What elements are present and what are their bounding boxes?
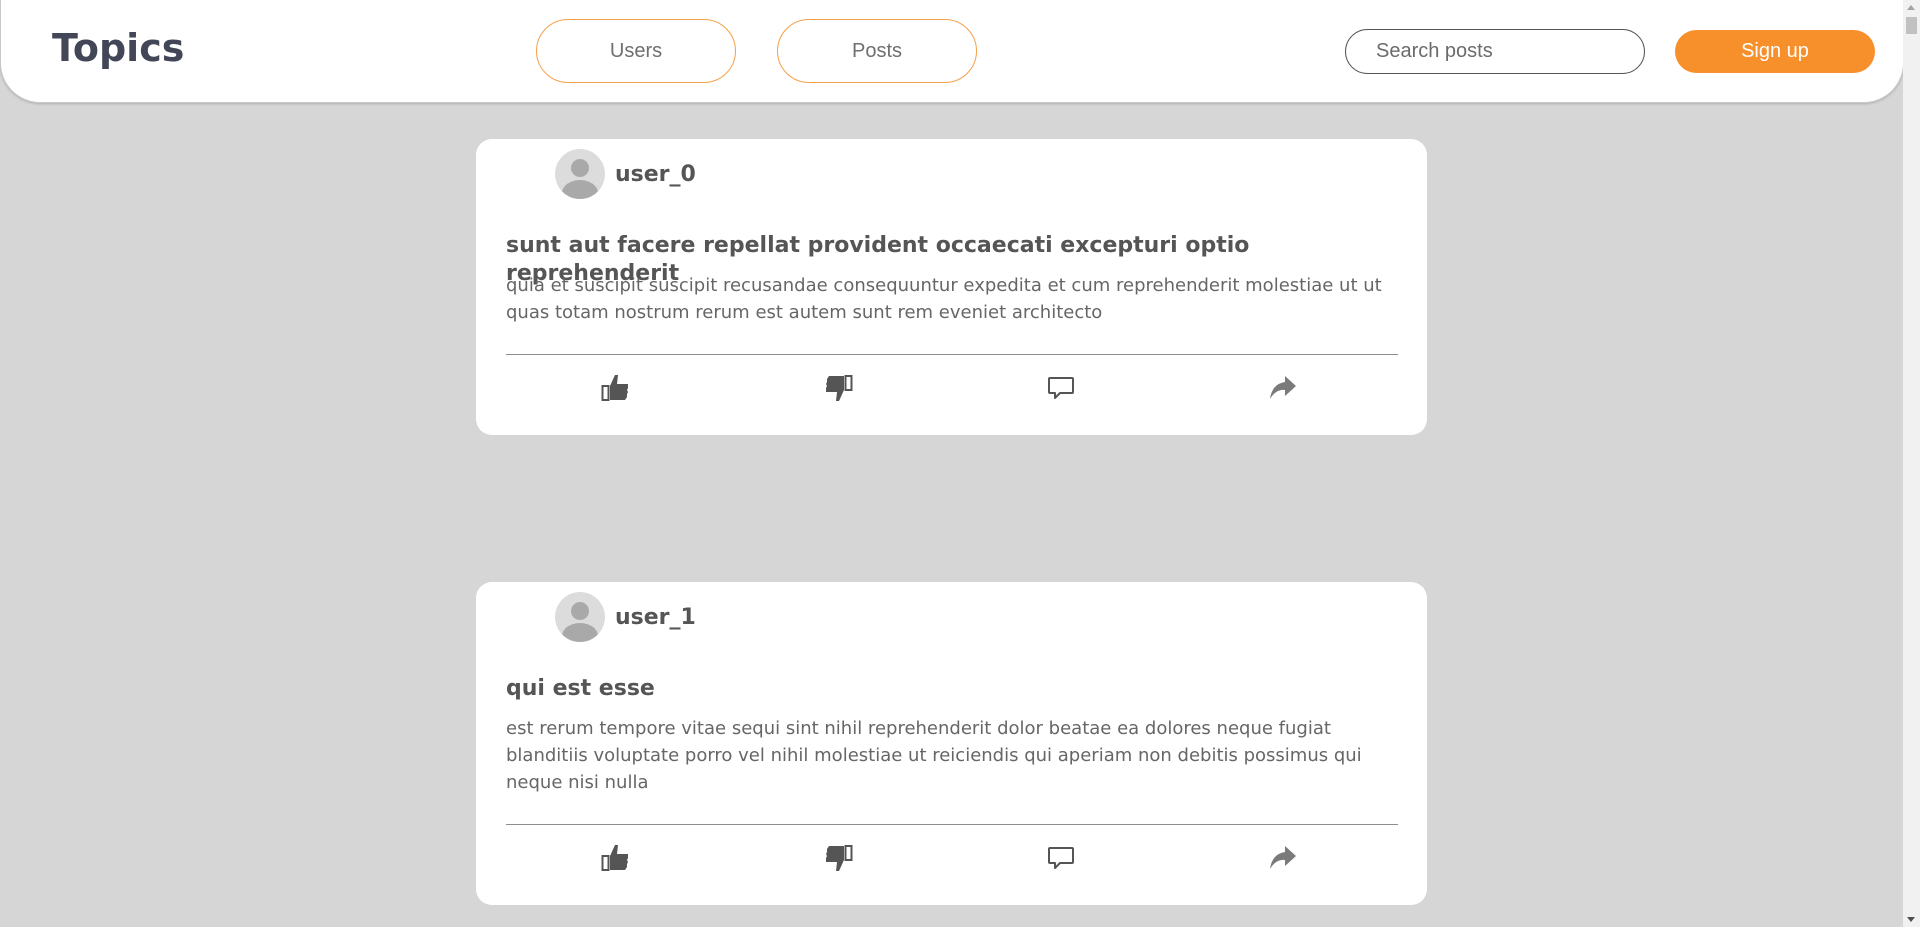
share-icon — [1270, 846, 1296, 869]
post-card: user_1 qui est esse est rerum tempore vi… — [476, 582, 1427, 905]
nav-users-button[interactable]: Users — [536, 19, 736, 83]
comment-button[interactable] — [1044, 371, 1078, 405]
post-divider — [506, 354, 1398, 355]
post-body: quia et suscipit suscipit recusandae con… — [506, 275, 1382, 323]
avatar-icon — [555, 149, 605, 199]
dislike-button[interactable] — [821, 841, 855, 875]
post-username[interactable]: user_1 — [615, 605, 696, 630]
post-author[interactable]: user_0 — [555, 149, 696, 199]
scroll-thumb[interactable] — [1906, 17, 1917, 34]
signup-button[interactable]: Sign up — [1675, 30, 1875, 73]
scroll-up-icon[interactable] — [1907, 5, 1915, 10]
thumbs-up-icon — [601, 375, 628, 401]
post-divider — [506, 824, 1398, 825]
post-actions — [506, 371, 1398, 411]
app-logo[interactable]: Topics — [52, 26, 184, 70]
dislike-button[interactable] — [821, 371, 855, 405]
search-input[interactable] — [1345, 29, 1645, 74]
nav-posts-button[interactable]: Posts — [777, 19, 977, 83]
comment-button[interactable] — [1044, 841, 1078, 875]
top-navbar: Topics Users Posts Sign up — [0, 0, 1904, 103]
avatar-icon — [555, 592, 605, 642]
like-button[interactable] — [599, 841, 633, 875]
share-button[interactable] — [1266, 841, 1300, 875]
share-icon — [1270, 376, 1296, 399]
post-username[interactable]: user_0 — [615, 162, 696, 187]
scroll-down-icon[interactable] — [1907, 917, 1915, 922]
post-title: qui est esse — [506, 676, 655, 701]
comment-icon — [1048, 377, 1074, 399]
post-body: est rerum tempore vitae sequi sint nihil… — [506, 718, 1362, 793]
thumbs-down-icon — [826, 845, 853, 871]
post-card: user_0 sunt aut facere repellat providen… — [476, 139, 1427, 435]
comment-icon — [1048, 847, 1074, 869]
thumbs-down-icon — [826, 375, 853, 401]
share-button[interactable] — [1266, 371, 1300, 405]
vertical-scrollbar[interactable] — [1903, 0, 1920, 927]
post-author[interactable]: user_1 — [555, 592, 696, 642]
post-actions — [506, 841, 1398, 881]
thumbs-up-icon — [601, 845, 628, 871]
like-button[interactable] — [599, 371, 633, 405]
